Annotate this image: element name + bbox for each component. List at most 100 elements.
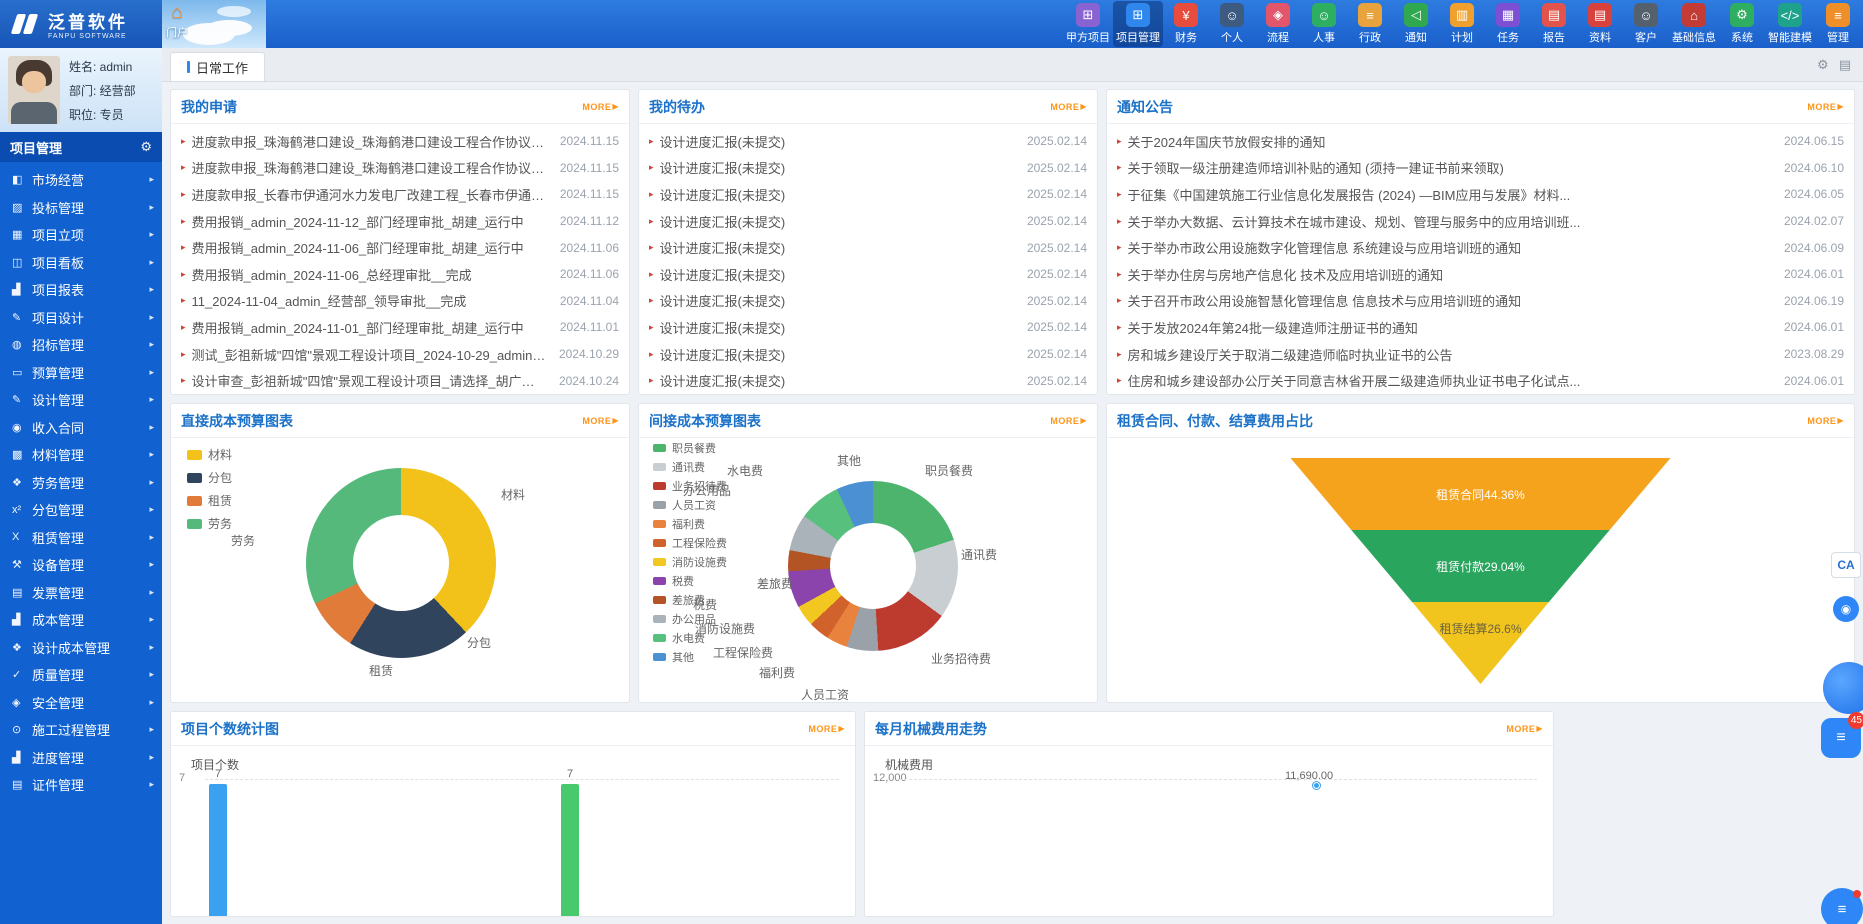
sidebar-menu-item[interactable]: ✓ 质量管理 ▸ — [0, 661, 162, 689]
todo-list-item[interactable]: ▸ 设计进度汇报(未提交) 2025.02.14 — [649, 341, 1087, 368]
sidebar-menu-item[interactable]: ◈ 安全管理 ▸ — [0, 689, 162, 717]
top-nav-item[interactable]: </> 智能建模 — [1765, 1, 1815, 47]
top-nav-item[interactable]: ⊞ 项目管理 — [1113, 1, 1163, 47]
top-nav-item[interactable]: ◁ 通知 — [1393, 1, 1439, 47]
sidebar-menu-item[interactable]: ▩ 材料管理 ▸ — [0, 441, 162, 469]
top-nav-item[interactable]: ☺ 客户 — [1623, 1, 1669, 47]
legend-item[interactable]: 税费 — [653, 573, 727, 589]
notice-list-item[interactable]: ▸ 关于召开市政公用设施智慧化管理信息 信息技术与应用培训班的通知 2024.0… — [1117, 288, 1844, 315]
application-list-item[interactable]: ▸ 进度款申报_珠海鹤港口建设_珠海鹤港口建设工程合作协议书_admin_...… — [181, 128, 619, 155]
bullet-icon: ▸ — [1117, 322, 1122, 333]
sidebar-menu-item[interactable]: ▟ 项目报表 ▸ — [0, 276, 162, 304]
top-nav-item[interactable]: ▦ 任务 — [1485, 1, 1531, 47]
sidebar-menu-item[interactable]: X 租赁管理 ▸ — [0, 524, 162, 552]
service-button[interactable]: ◉ — [1833, 596, 1859, 622]
sidebar-menu-item[interactable]: ◫ 项目看板 ▸ — [0, 249, 162, 277]
sidebar-menu-item[interactable]: ▤ 证件管理 ▸ — [0, 771, 162, 799]
top-nav-item[interactable]: ⊞ 甲方项目 — [1063, 1, 1113, 47]
application-list-item[interactable]: ▸ 11_2024-11-04_admin_经营部_领导审批__完成 2024.… — [181, 288, 619, 315]
sidebar-menu-item[interactable]: ▟ 成本管理 ▸ — [0, 606, 162, 634]
application-list-item[interactable]: ▸ 进度款申报_珠海鹤港口建设_珠海鹤港口建设工程合作协议书_admin_...… — [181, 155, 619, 182]
more-link[interactable]: MORE▶ — [582, 416, 619, 426]
feedback-button[interactable]: ≡ — [1821, 888, 1863, 924]
top-nav-item[interactable]: ≡ 行政 — [1347, 1, 1393, 47]
more-link[interactable]: MORE▶ — [1050, 416, 1087, 426]
sidebar-menu-item[interactable]: ✎ 项目设计 ▸ — [0, 304, 162, 332]
settings-icon[interactable]: ⚙ — [1817, 57, 1829, 73]
notice-list-item[interactable]: ▸ 房和城乡建设厅关于取消二级建造师临时执业证书的公告 2023.08.29 — [1117, 341, 1844, 368]
layout-icon[interactable]: ▤ — [1839, 57, 1851, 73]
legend-item[interactable]: 工程保险费 — [653, 535, 727, 551]
more-link[interactable]: MORE▶ — [1050, 102, 1087, 112]
sidebar-menu-item[interactable]: ▨ 投标管理 ▸ — [0, 194, 162, 222]
sidebar-menu-item[interactable]: ◍ 招标管理 ▸ — [0, 331, 162, 359]
top-nav-item[interactable]: ◈ 流程 — [1255, 1, 1301, 47]
todo-list-item[interactable]: ▸ 设计进度汇报(未提交) 2025.02.14 — [649, 288, 1087, 315]
notice-list-item[interactable]: ▸ 于征集《中国建筑施工行业信息化发展报告 (2024) —BIM应用与发展》材… — [1117, 181, 1844, 208]
application-list-item[interactable]: ▸ 费用报销_admin_2024-11-01_部门经理审批_胡建_运行中 20… — [181, 314, 619, 341]
todo-list-item[interactable]: ▸ 设计进度汇报(未提交) 2025.02.14 — [649, 261, 1087, 288]
sidebar-menu-item[interactable]: ▦ 项目立项 ▸ — [0, 221, 162, 249]
sidebar-menu-item[interactable]: ▭ 预算管理 ▸ — [0, 359, 162, 387]
top-nav-item[interactable]: ▥ 计划 — [1439, 1, 1485, 47]
sidebar-menu-item[interactable]: ⚒ 设备管理 ▸ — [0, 551, 162, 579]
top-nav-item[interactable]: ▤ 报告 — [1531, 1, 1577, 47]
todo-list-item[interactable]: ▸ 设计进度汇报(未提交) 2025.02.14 — [649, 314, 1087, 341]
top-nav-item[interactable]: ☺ 人事 — [1301, 1, 1347, 47]
sidebar-menu-item[interactable]: ◧ 市场经营 ▸ — [0, 166, 162, 194]
todo-list-item[interactable]: ▸ 设计进度汇报(未提交) 2025.02.14 — [649, 155, 1087, 182]
sidebar-menu-item[interactable]: ❖ 劳务管理 ▸ — [0, 469, 162, 497]
application-list-item[interactable]: ▸ 费用报销_admin_2024-11-12_部门经理审批_胡建_运行中 20… — [181, 208, 619, 235]
ca-login-button[interactable]: CA — [1831, 552, 1861, 578]
sidebar-menu-item[interactable]: ▤ 发票管理 ▸ — [0, 579, 162, 607]
legend-item[interactable]: 通讯费 — [653, 459, 727, 475]
notice-list-item[interactable]: ▸ 住房和城乡建设部办公厅关于同意吉林省开展二级建造师执业证书电子化试点... … — [1117, 367, 1844, 394]
application-list-item[interactable]: ▸ 费用报销_admin_2024-11-06_总经理审批__完成 2024.1… — [181, 261, 619, 288]
top-nav-item[interactable]: ⌂ 基础信息 — [1669, 1, 1719, 47]
notice-list-item[interactable]: ▸ 关于举办住房与房地产信息化 技术及应用培训班的通知 2024.06.01 — [1117, 261, 1844, 288]
top-nav-item[interactable]: ▤ 资料 — [1577, 1, 1623, 47]
legend-item[interactable]: 福利费 — [653, 516, 727, 532]
more-link[interactable]: MORE▶ — [1506, 724, 1543, 734]
top-nav-item[interactable]: ☺ 个人 — [1209, 1, 1255, 47]
top-nav-item[interactable]: ¥ 财务 — [1163, 1, 1209, 47]
sidebar-menu-item[interactable]: x² 分包管理 ▸ — [0, 496, 162, 524]
chat-button[interactable]: ≡ 45 — [1821, 718, 1861, 758]
notice-list-item[interactable]: ▸ 关于举办市政公用设施数字化管理信息 系统建设与应用培训班的通知 2024.0… — [1117, 234, 1844, 261]
sidebar-menu-item[interactable]: ◉ 收入合同 ▸ — [0, 414, 162, 442]
more-link[interactable]: MORE▶ — [582, 102, 619, 112]
legend-item[interactable]: 劳务 — [187, 515, 232, 532]
sidebar-menu-item[interactable]: ❖ 设计成本管理 ▸ — [0, 634, 162, 662]
legend-item[interactable]: 材料 — [187, 446, 232, 463]
notice-list-item[interactable]: ▸ 关于举办大数据、云计算技术在城市建设、规划、管理与服务中的应用培训班... … — [1117, 208, 1844, 235]
legend-item[interactable]: 职员餐费 — [653, 440, 727, 456]
legend-item[interactable]: 人员工资 — [653, 497, 727, 513]
sidebar-menu-item[interactable]: ✎ 设计管理 ▸ — [0, 386, 162, 414]
sidebar-menu-item[interactable]: ▟ 进度管理 ▸ — [0, 744, 162, 772]
notice-list-item[interactable]: ▸ 关于发放2024年第24批一级建造师注册证书的通知 2024.06.01 — [1117, 314, 1844, 341]
application-list-item[interactable]: ▸ 设计审查_彭祖新城"四馆"景观工程设计项目_请选择_胡广生_2024-10-… — [181, 367, 619, 394]
todo-list-item[interactable]: ▸ 设计进度汇报(未提交) 2025.02.14 — [649, 128, 1087, 155]
top-nav-label: 行政 — [1359, 29, 1381, 45]
notice-list-item[interactable]: ▸ 关于2024年国庆节放假安排的通知 2024.06.15 — [1117, 128, 1844, 155]
notice-list-item[interactable]: ▸ 关于领取一级注册建造师培训补贴的通知 (须持一建证书前来领取) 2024.0… — [1117, 155, 1844, 182]
top-nav-item[interactable]: ⚙ 系统 — [1719, 1, 1765, 47]
todo-list-item[interactable]: ▸ 设计进度汇报(未提交) 2025.02.14 — [649, 208, 1087, 235]
application-list-item[interactable]: ▸ 费用报销_admin_2024-11-06_部门经理审批_胡建_运行中 20… — [181, 234, 619, 261]
tab-daily-work[interactable]: 日常工作 — [170, 52, 265, 81]
todo-list-item[interactable]: ▸ 设计进度汇报(未提交) 2025.02.14 — [649, 367, 1087, 394]
application-list-item[interactable]: ▸ 测试_彭祖新城"四馆"景观工程设计项目_2024-10-29_admin_结… — [181, 341, 619, 368]
more-link[interactable]: MORE▶ — [808, 724, 845, 734]
legend-item[interactable]: 租赁 — [187, 492, 232, 509]
application-list-item[interactable]: ▸ 进度款申报_长春市伊通河水力发电厂改建工程_长春市伊通河水力发电... 20… — [181, 181, 619, 208]
top-nav-item[interactable]: ≡ 管理 — [1815, 1, 1861, 47]
portal-nav-item[interactable]: ⌂ 门户 — [166, 3, 188, 40]
legend-item[interactable]: 分包 — [187, 469, 232, 486]
gear-icon[interactable]: ⚙ — [140, 139, 152, 155]
more-link[interactable]: MORE▶ — [1807, 416, 1844, 426]
todo-list-item[interactable]: ▸ 设计进度汇报(未提交) 2025.02.14 — [649, 234, 1087, 261]
sidebar-menu-item[interactable]: ⊙ 施工过程管理 ▸ — [0, 716, 162, 744]
todo-list-item[interactable]: ▸ 设计进度汇报(未提交) 2025.02.14 — [649, 181, 1087, 208]
legend-item[interactable]: 消防设施费 — [653, 554, 727, 570]
more-link[interactable]: MORE▶ — [1807, 102, 1844, 112]
